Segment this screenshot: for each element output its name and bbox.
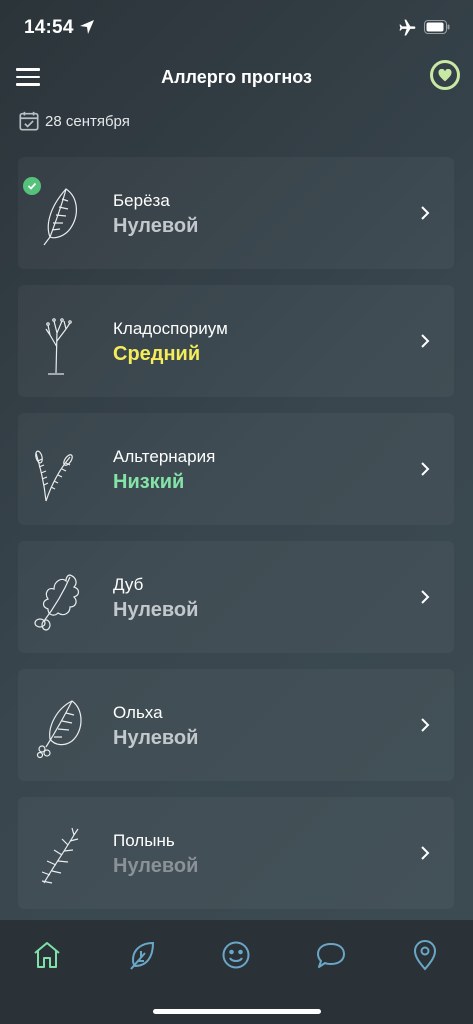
calendar-check-icon — [19, 111, 39, 131]
allergen-level: Средний — [113, 343, 201, 365]
allergen-card[interactable]: Альтернария Низкий — [18, 413, 454, 525]
app-header: Аллерго прогноз — [0, 56, 473, 100]
allergen-name: Полынь — [113, 831, 175, 850]
date-selector[interactable]: 28 сентября — [18, 109, 130, 133]
heart-icon — [438, 68, 452, 81]
oak-leaf-icon — [34, 574, 80, 631]
allergen-level: Низкий — [113, 471, 185, 493]
allergen-level: Нулевой — [113, 855, 199, 877]
tab-map[interactable] — [408, 938, 442, 972]
cladosporium-icon — [45, 318, 72, 375]
allergen-level: Нулевой — [113, 215, 199, 237]
allergen-card[interactable]: Дуб Нулевой — [18, 541, 454, 653]
alder-leaf-icon — [36, 700, 82, 759]
allergen-name: Дуб — [113, 575, 144, 594]
date-label: 28 сентября — [45, 112, 130, 130]
alternaria-icon — [35, 450, 73, 502]
tab-plants[interactable] — [126, 938, 160, 972]
favorites-button[interactable] — [430, 60, 460, 90]
chevron-right-icon — [421, 462, 430, 476]
allergen-card[interactable]: Ольха Нулевой — [18, 669, 454, 781]
chevron-right-icon — [421, 846, 430, 860]
tab-wellbeing[interactable] — [219, 938, 253, 972]
location-arrow-icon — [80, 20, 94, 34]
allergen-card[interactable]: Полынь Нулевой — [18, 797, 454, 909]
allergen-card[interactable]: Берёза Нулевой — [18, 157, 454, 269]
chevron-right-icon — [421, 334, 430, 348]
home-indicator — [153, 1009, 321, 1014]
allergen-list: Берёза Нулевой Кладоспориум Средний Альт… — [18, 157, 454, 925]
page-title: Аллерго прогноз — [161, 67, 312, 87]
allergen-name: Берёза — [113, 191, 170, 210]
chevron-right-icon — [421, 206, 430, 220]
tab-chat[interactable] — [314, 938, 348, 972]
status-time: 14:54 — [24, 17, 74, 38]
allergen-name: Ольха — [113, 703, 163, 722]
wormwood-icon — [41, 827, 79, 884]
chevron-right-icon — [421, 590, 430, 604]
checked-badge — [23, 177, 41, 195]
allergen-level: Нулевой — [113, 727, 199, 749]
allergen-level: Нулевой — [113, 599, 199, 621]
status-bar: 14:54 — [0, 0, 473, 56]
check-icon — [27, 182, 37, 190]
tab-home[interactable] — [30, 938, 64, 972]
allergen-card[interactable]: Кладоспориум Средний — [18, 285, 454, 397]
battery-icon — [424, 20, 450, 34]
allergen-name: Кладоспориум — [113, 319, 228, 338]
allergen-name: Альтернария — [113, 447, 216, 466]
airplane-icon — [399, 19, 416, 36]
chevron-right-icon — [421, 718, 430, 732]
